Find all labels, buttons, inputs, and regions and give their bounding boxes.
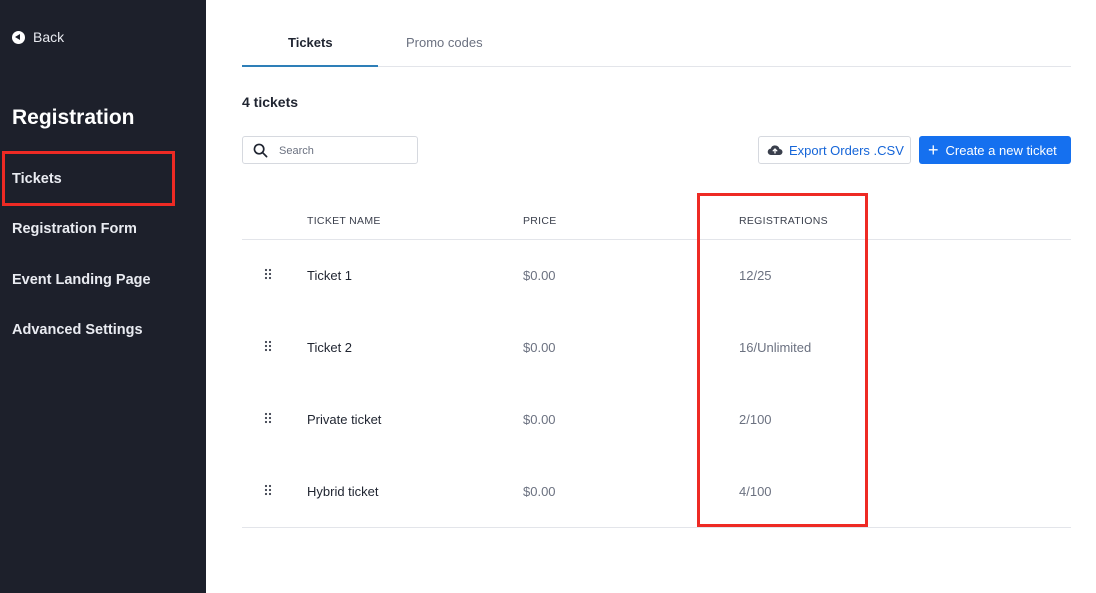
sidebar-item-tickets[interactable]: Tickets: [12, 171, 62, 187]
ticket-registrations: 2/100: [739, 412, 772, 427]
drag-handle-icon[interactable]: [264, 484, 272, 496]
back-label: Back: [33, 29, 65, 45]
column-header-ticket-name: TICKET NAME: [307, 215, 381, 227]
sidebar-item-advanced-settings[interactable]: Advanced Settings: [12, 322, 143, 338]
tab-tickets[interactable]: Tickets: [288, 35, 333, 50]
ticket-registrations: 16/Unlimited: [739, 340, 812, 355]
ticket-price: $0.00: [523, 412, 556, 427]
ticket-registrations: 12/25: [739, 268, 772, 283]
drag-handle-icon[interactable]: [264, 340, 272, 352]
cloud-upload-icon: [767, 145, 783, 156]
create-ticket-button[interactable]: + Create a new ticket: [919, 136, 1071, 164]
ticket-price: $0.00: [523, 340, 556, 355]
create-label: Create a new ticket: [945, 142, 1057, 158]
main-content: Tickets Promo codes 4 tickets Export Ord…: [242, 0, 1071, 593]
search-icon: [253, 143, 268, 158]
column-header-registrations: REGISTRATIONS: [739, 215, 828, 227]
drag-handle-icon[interactable]: [264, 412, 272, 424]
table-header: TICKET NAME PRICE REGISTRATIONS: [242, 200, 1071, 240]
active-tab-indicator: [242, 65, 378, 67]
table-row[interactable]: Hybrid ticket $0.00 4/100: [242, 456, 1071, 528]
back-icon: [12, 30, 25, 44]
search-input[interactable]: [279, 143, 409, 158]
ticket-count: 4 tickets: [242, 94, 299, 110]
tab-bar: Tickets Promo codes: [242, 0, 1071, 67]
sidebar-item-registration-form[interactable]: Registration Form: [12, 221, 137, 237]
table-row[interactable]: Private ticket $0.00 2/100: [242, 384, 1071, 456]
tab-promo-codes[interactable]: Promo codes: [406, 35, 483, 50]
search-box[interactable]: [242, 136, 418, 164]
table-row[interactable]: Ticket 2 $0.00 16/Unlimited: [242, 312, 1071, 384]
ticket-price: $0.00: [523, 268, 556, 283]
ticket-name: Ticket 1: [307, 268, 353, 283]
ticket-price: $0.00: [523, 484, 556, 499]
back-button[interactable]: Back: [12, 29, 64, 45]
plus-icon: +: [928, 140, 939, 160]
column-header-price: PRICE: [523, 215, 557, 227]
table-row[interactable]: Ticket 1 $0.00 12/25: [242, 240, 1071, 312]
export-orders-csv-button[interactable]: Export Orders .CSV: [758, 136, 911, 164]
ticket-name: Private ticket: [307, 412, 382, 427]
ticket-name: Ticket 2: [307, 340, 353, 355]
sidebar-item-event-landing-page[interactable]: Event Landing Page: [12, 272, 151, 288]
ticket-name: Hybrid ticket: [307, 484, 379, 499]
export-label: Export Orders .CSV: [789, 142, 904, 158]
sidebar: Back Registration Tickets Registration F…: [0, 0, 206, 593]
sidebar-title: Registration: [12, 106, 135, 129]
ticket-registrations: 4/100: [739, 484, 772, 499]
drag-handle-icon[interactable]: [264, 268, 272, 280]
